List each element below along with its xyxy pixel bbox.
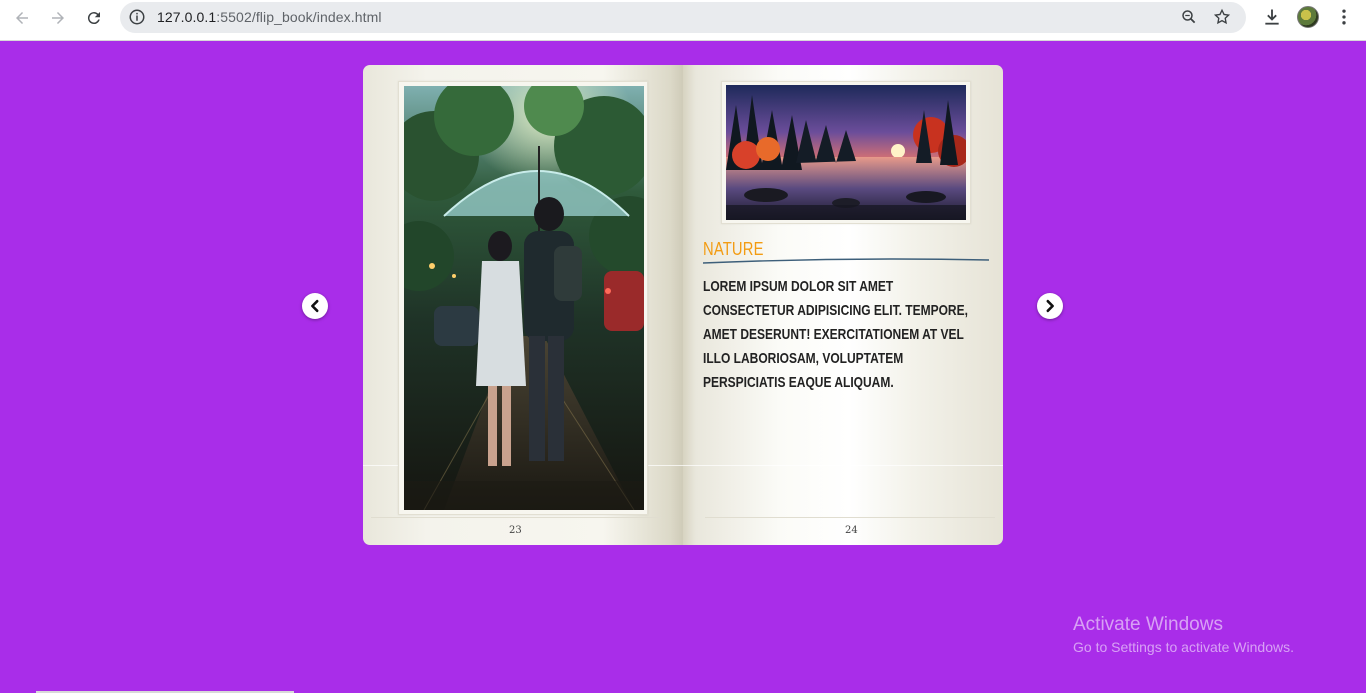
right-page[interactable]: Nature Lorem ipsum dolor sit amet consec… <box>683 65 1003 545</box>
flip-book[interactable]: 23 NATURE LOREM IPSUM DOLOR SIT AMET CON… <box>363 65 1003 545</box>
back-arrow-icon[interactable] <box>10 6 34 30</box>
heading-underline <box>703 258 989 264</box>
windows-activation-subtitle: Go to Settings to activate Windows. <box>1073 639 1294 655</box>
url-path: :5502/flip_book/index.html <box>216 9 382 25</box>
bookmark-star-icon[interactable] <box>1213 8 1231 26</box>
chevron-right-icon <box>1046 299 1054 313</box>
site-info-icon[interactable] <box>128 8 146 26</box>
url-text[interactable]: 127.0.0.1:5502/flip_book/index.html <box>157 9 382 25</box>
chevron-left-icon <box>311 299 319 313</box>
left-page[interactable]: 23 <box>363 65 683 545</box>
right-page-image-frame <box>721 81 971 224</box>
reload-icon[interactable] <box>82 6 106 30</box>
forward-arrow-icon[interactable] <box>46 6 70 30</box>
sunset-lake-image <box>726 85 966 220</box>
page-fold-line <box>683 465 1003 466</box>
page-body-text: Lorem ipsum dolor sit amet consectetur a… <box>703 278 968 391</box>
page-number: 24 <box>845 525 858 536</box>
couple-umbrella-image <box>404 86 644 510</box>
previous-page-button[interactable] <box>302 293 328 319</box>
download-icon[interactable] <box>1262 7 1282 27</box>
url-host: 127.0.0.1 <box>157 9 217 25</box>
windows-activation-title: Activate Windows <box>1073 614 1223 635</box>
profile-avatar[interactable] <box>1297 6 1319 28</box>
browser-toolbar: 127.0.0.1:5502/flip_book/index.html <box>0 0 1366 41</box>
footer-rule <box>371 517 661 518</box>
left-page-image-frame <box>398 81 648 515</box>
footer-rule <box>705 517 995 518</box>
next-page-button[interactable] <box>1037 293 1063 319</box>
zoom-icon[interactable] <box>1180 8 1198 26</box>
address-bar[interactable]: 127.0.0.1:5502/flip_book/index.html <box>120 2 1246 33</box>
menu-dots-icon[interactable] <box>1334 7 1354 27</box>
page-number: 23 <box>509 525 522 536</box>
